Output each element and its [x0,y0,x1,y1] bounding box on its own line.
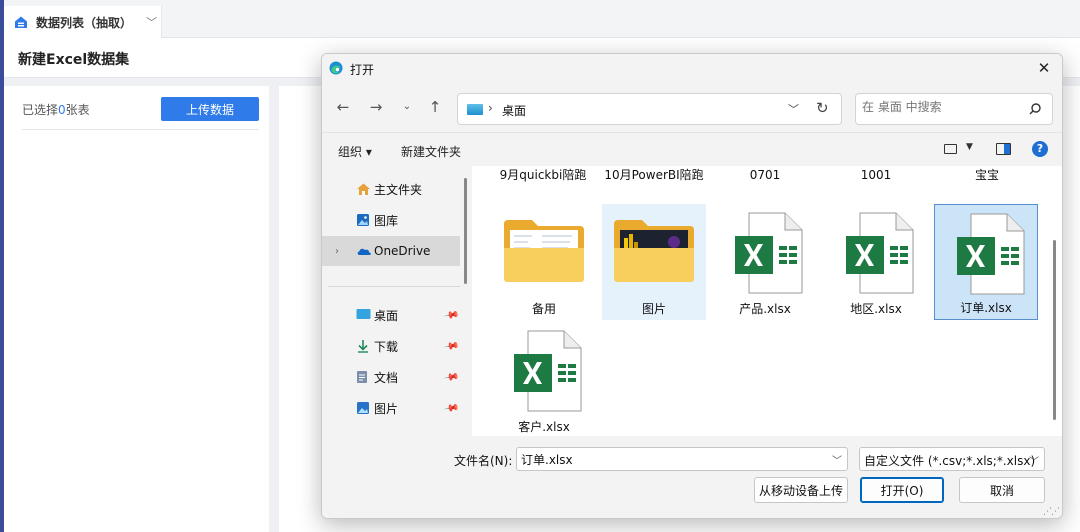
filetype-select[interactable]: 自定义文件 (*.csv;*.xls;*.xlsx) ﹀ [859,447,1045,471]
sidebar-item-downloads[interactable]: 下载 📌 [322,331,460,361]
cancel-button[interactable]: 取消 [959,477,1045,503]
dialog-body: 主文件夹 图库 › OneDrive 桌面 📌 下载 📌 文档 📌 图片 📌 9… [322,166,1062,436]
folder-label[interactable]: 宝宝 [937,168,1037,183]
divider [22,129,259,130]
excel-file-icon [735,212,803,294]
folder-icon [504,220,584,282]
chevron-down-icon[interactable]: ﹀ [146,14,157,30]
recent-locations-icon[interactable]: ⌄ [398,101,416,112]
view-dropdown-icon[interactable]: ▼ [966,142,973,152]
search-box[interactable] [855,93,1053,125]
search-icon[interactable] [1028,102,1042,116]
home-folder-icon [356,182,370,196]
cloud-icon [356,244,371,258]
back-arrow-icon[interactable]: ← [334,98,352,116]
file-list-scrollbar[interactable] [1053,240,1056,420]
preview-pane-icon[interactable] [996,143,1011,155]
excel-file-icon [514,330,582,412]
folder-label[interactable]: 1001 [826,168,926,183]
home-icon [14,15,28,29]
file-name: 客户.xlsx [518,420,570,434]
file-item-excel[interactable]: 地区.xlsx [824,204,928,320]
filetype-value: 自定义文件 (*.csv;*.xls;*.xlsx) [864,454,1036,468]
folder-label[interactable]: 9月quickbi陪跑 [493,168,593,183]
selected-tables-panel: 已选择0张表 上传数据 [4,86,269,532]
app-tab-bar [4,0,1080,38]
selected-count-text: 已选择0张表 [22,103,90,117]
forward-arrow-icon[interactable]: → [367,98,385,116]
up-arrow-icon[interactable]: ↑ [426,98,444,116]
tab-label: 数据列表（抽取） [36,15,133,30]
pin-icon[interactable]: 📌 [443,369,460,385]
refresh-icon[interactable]: ↻ [816,99,829,117]
open-file-dialog: 打开 ✕ ← → ⌄ ↑ › 桌面 ﹀ ↻ 组织 ▾ 新建文件夹 ▼ ? [321,53,1063,519]
dialog-title: 打开 [350,63,375,77]
page-title: 新建Excel数据集 [18,52,130,68]
pin-icon[interactable]: 📌 [443,307,460,323]
navigation-pane: 主文件夹 图库 › OneDrive 桌面 📌 下载 📌 文档 📌 图片 📌 [322,166,472,436]
sidebar-item-gallery[interactable]: 图库 [322,205,460,235]
breadcrumb-chevron-icon[interactable]: › [488,101,493,115]
filename-input[interactable] [516,447,848,471]
help-icon[interactable]: ? [1032,141,1048,157]
sidebar-scrollbar[interactable] [464,178,467,284]
organize-menu[interactable]: 组织 ▾ [338,143,372,160]
file-name: 图片 [641,302,666,316]
pictures-icon [356,401,370,415]
file-name: 产品.xlsx [739,302,791,316]
sidebar-item-documents[interactable]: 文档 📌 [322,362,460,392]
upload-from-mobile-button[interactable]: 从移动设备上传 [754,477,848,503]
chevron-down-icon: ﹀ [1029,457,1039,468]
dialog-footer: 文件名(N): ﹀ 自定义文件 (*.csv;*.xls;*.xlsx) ﹀ 从… [322,436,1062,518]
desktop-folder-icon [467,104,483,115]
desktop-icon [356,308,371,322]
filename-label: 文件名(N): [454,454,513,468]
file-item-excel[interactable]: 客户.xlsx [492,322,596,436]
expand-chevron-icon[interactable]: › [335,246,339,257]
sidebar-item-desktop[interactable]: 桌面 📌 [322,300,460,330]
file-item-folder[interactable]: 图片 [602,204,706,320]
selected-count-number: 0 [58,103,66,117]
close-icon[interactable]: ✕ [1032,57,1056,79]
excel-file-icon [957,213,1025,295]
sidebar-item-home[interactable]: 主文件夹 [322,174,460,204]
address-bar[interactable]: › 桌面 ﹀ ↻ [457,93,842,125]
navigation-bar: ← → ⌄ ↑ › 桌面 ﹀ ↻ [322,84,1062,130]
folder-icon [614,220,694,282]
file-name: 备用 [531,302,556,316]
open-button[interactable]: 打开(O) [860,477,944,503]
resize-grip-icon[interactable]: ⋰⋰ [1043,507,1060,517]
pin-icon[interactable]: 📌 [443,338,460,354]
edge-browser-icon [329,61,343,75]
pin-icon[interactable]: 📌 [443,400,460,416]
new-folder-button[interactable]: 新建文件夹 [401,143,461,160]
sidebar-item-pictures[interactable]: 图片 📌 [322,393,460,423]
gallery-icon [356,213,370,227]
download-icon [356,339,370,353]
address-dropdown-icon[interactable]: ﹀ [788,101,799,117]
folder-label[interactable]: 0701 [715,168,815,183]
sidebar-item-onedrive[interactable]: › OneDrive [322,236,460,266]
file-item-excel[interactable]: 订单.xlsx [934,204,1038,320]
file-name: 订单.xlsx [960,301,1012,315]
command-bar: 组织 ▾ 新建文件夹 ▼ ? [322,132,1062,166]
file-item-excel[interactable]: 产品.xlsx [713,204,817,320]
tab-data-list[interactable]: 数据列表（抽取） ﹀ [4,6,162,38]
search-input[interactable] [862,100,1012,114]
sidebar-divider [328,286,460,287]
breadcrumb-desktop[interactable]: 桌面 [502,102,526,119]
upload-data-button[interactable]: 上传数据 [161,97,259,121]
file-list: 9月quickbi陪跑 10月PowerBI陪跑 0701 1001 宝宝 备用 [489,166,1049,436]
excel-file-icon [846,212,914,294]
dialog-titlebar[interactable]: 打开 ✕ [322,54,1062,82]
document-icon [356,370,370,384]
filename-dropdown-icon[interactable]: ﹀ [832,452,842,467]
file-name: 地区.xlsx [850,302,902,316]
folder-label[interactable]: 10月PowerBI陪跑 [604,168,704,183]
view-mode-icon[interactable] [944,144,957,154]
file-item-folder[interactable]: 备用 [492,204,596,320]
